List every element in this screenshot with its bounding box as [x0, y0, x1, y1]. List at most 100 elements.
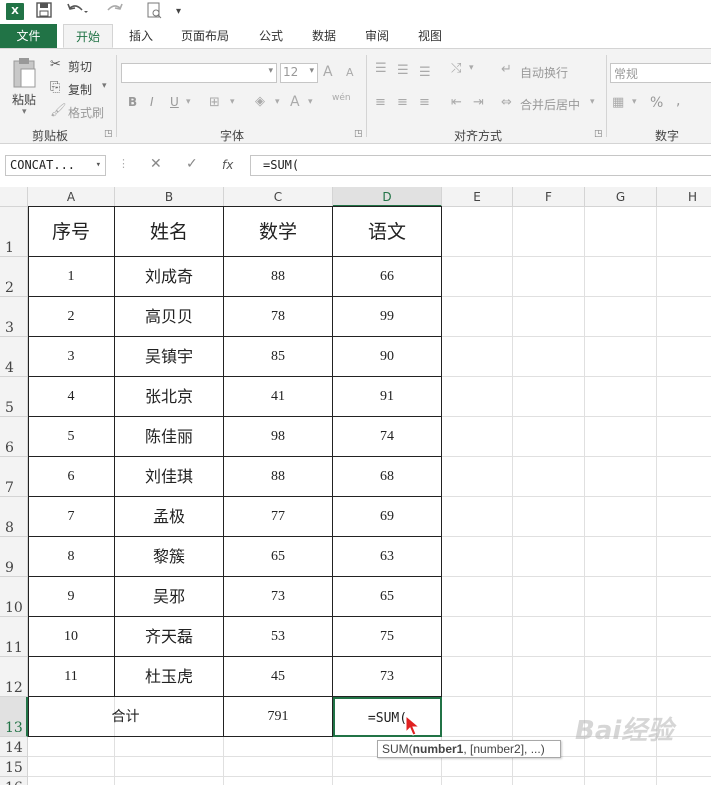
- row-header-9[interactable]: 9: [0, 537, 28, 577]
- clipboard-launcher-icon[interactable]: ◳: [104, 129, 113, 139]
- column-header-e[interactable]: E: [442, 187, 513, 207]
- underline-dropdown-icon[interactable]: ▾: [186, 97, 191, 107]
- column-header-a[interactable]: A: [28, 187, 115, 207]
- align-right-icon[interactable]: ≡: [419, 95, 430, 111]
- table-cell[interactable]: 73: [333, 657, 442, 697]
- accounting-format-icon[interactable]: ▦: [612, 95, 624, 111]
- table-cell[interactable]: 5: [28, 417, 115, 457]
- active-cell-d13[interactable]: =SUM(: [333, 697, 442, 737]
- undo-icon[interactable]: [66, 2, 88, 22]
- font-size-combo[interactable]: 12 ▾: [280, 63, 318, 83]
- copy-button[interactable]: 复制: [68, 81, 92, 98]
- font-color-button[interactable]: A: [290, 94, 300, 110]
- table-cell[interactable]: 杜玉虎: [115, 657, 224, 697]
- orientation-dropdown-icon[interactable]: ▾: [469, 63, 474, 73]
- table-cell[interactable]: 2: [28, 297, 115, 337]
- table-cell[interactable]: 74: [333, 417, 442, 457]
- paste-icon[interactable]: [12, 57, 38, 92]
- copy-icon[interactable]: ⎘: [50, 80, 60, 96]
- select-all-corner[interactable]: [0, 187, 28, 207]
- table-cell[interactable]: 孟极: [115, 497, 224, 537]
- phonetic-button[interactable]: wén: [332, 93, 351, 103]
- table-cell[interactable]: 91: [333, 377, 442, 417]
- borders-icon[interactable]: ⊞: [209, 95, 220, 111]
- align-center-icon[interactable]: ≡: [397, 95, 408, 111]
- table-header-cell[interactable]: 数学: [224, 207, 333, 257]
- grow-font-button[interactable]: A: [323, 64, 333, 80]
- table-cell[interactable]: 63: [333, 537, 442, 577]
- row-header-16[interactable]: 16: [0, 777, 28, 785]
- table-cell[interactable]: 69: [333, 497, 442, 537]
- customize-qat-icon[interactable]: ▾: [176, 2, 181, 22]
- fill-color-dropdown-icon[interactable]: ▾: [275, 97, 280, 107]
- table-cell[interactable]: 1: [28, 257, 115, 297]
- shrink-font-button[interactable]: A: [346, 66, 354, 79]
- table-cell[interactable]: 77: [224, 497, 333, 537]
- alignment-launcher-icon[interactable]: ◳: [594, 129, 603, 139]
- table-header-cell[interactable]: 姓名: [115, 207, 224, 257]
- format-painter-icon[interactable]: 🖌: [50, 103, 67, 119]
- table-cell[interactable]: 8: [28, 537, 115, 577]
- table-cell[interactable]: 吴镇宇: [115, 337, 224, 377]
- table-cell[interactable]: 9: [28, 577, 115, 617]
- accounting-dropdown-icon[interactable]: ▾: [632, 97, 637, 107]
- column-header-b[interactable]: B: [115, 187, 224, 207]
- cut-button[interactable]: 剪切: [68, 58, 92, 75]
- font-launcher-icon[interactable]: ◳: [354, 129, 363, 139]
- wrap-text-icon[interactable]: ↵: [501, 62, 512, 78]
- column-header-c[interactable]: C: [224, 187, 333, 207]
- table-header-cell[interactable]: 语文: [333, 207, 442, 257]
- table-cell[interactable]: 张北京: [115, 377, 224, 417]
- table-cell[interactable]: 4: [28, 377, 115, 417]
- table-cell[interactable]: 41: [224, 377, 333, 417]
- paste-dropdown-icon[interactable]: ▾: [22, 107, 27, 117]
- tab-formulas[interactable]: 公式: [250, 24, 292, 48]
- row-header-13[interactable]: 13: [0, 697, 28, 737]
- table-cell[interactable]: 齐天磊: [115, 617, 224, 657]
- column-header-g[interactable]: G: [585, 187, 657, 207]
- tab-page-layout[interactable]: 页面布局: [174, 24, 236, 48]
- table-cell[interactable]: 黎簇: [115, 537, 224, 577]
- comma-style-button[interactable]: ,: [676, 93, 680, 109]
- column-header-h[interactable]: H: [657, 187, 711, 207]
- row-header-11[interactable]: 11: [0, 617, 28, 657]
- row-header-1[interactable]: 1: [0, 207, 28, 257]
- row-header-6[interactable]: 6: [0, 417, 28, 457]
- row-header-15[interactable]: 15: [0, 757, 28, 777]
- table-cell[interactable]: 刘成奇: [115, 257, 224, 297]
- row-header-8[interactable]: 8: [0, 497, 28, 537]
- table-cell[interactable]: 10: [28, 617, 115, 657]
- paste-button[interactable]: 粘贴: [12, 91, 36, 108]
- print-preview-icon[interactable]: [146, 2, 164, 22]
- align-left-icon[interactable]: ≡: [375, 95, 386, 111]
- font-name-combo[interactable]: ▾: [121, 63, 277, 83]
- formula-input[interactable]: =SUM(: [250, 155, 711, 176]
- table-cell[interactable]: 75: [333, 617, 442, 657]
- insert-function-icon[interactable]: fx: [222, 158, 233, 172]
- row-header-10[interactable]: 10: [0, 577, 28, 617]
- wrap-text-button[interactable]: 自动换行: [520, 64, 568, 81]
- tab-file[interactable]: 文件: [0, 24, 57, 48]
- tab-data[interactable]: 数据: [303, 24, 345, 48]
- table-cell[interactable]: 98: [224, 417, 333, 457]
- font-color-dropdown-icon[interactable]: ▾: [308, 97, 313, 107]
- table-cell[interactable]: 73: [224, 577, 333, 617]
- table-cell[interactable]: 78: [224, 297, 333, 337]
- tab-home[interactable]: 开始: [63, 24, 113, 48]
- borders-dropdown-icon[interactable]: ▾: [230, 97, 235, 107]
- table-cell[interactable]: 65: [333, 577, 442, 617]
- decrease-indent-icon[interactable]: ⇤: [451, 95, 462, 111]
- bold-button[interactable]: B: [128, 95, 137, 109]
- tab-review[interactable]: 审阅: [356, 24, 398, 48]
- save-icon[interactable]: [36, 2, 52, 22]
- column-header-f[interactable]: F: [513, 187, 585, 207]
- cut-icon[interactable]: ✂: [50, 57, 61, 73]
- enter-icon[interactable]: ✓: [186, 156, 198, 172]
- table-cell[interactable]: 陈佳丽: [115, 417, 224, 457]
- middle-align-icon[interactable]: ☰: [397, 63, 409, 79]
- total-label-cell[interactable]: 合计: [28, 697, 224, 737]
- table-cell[interactable]: 45: [224, 657, 333, 697]
- table-cell[interactable]: 65: [224, 537, 333, 577]
- fill-color-icon[interactable]: ◈: [255, 94, 265, 110]
- row-header-2[interactable]: 2: [0, 257, 28, 297]
